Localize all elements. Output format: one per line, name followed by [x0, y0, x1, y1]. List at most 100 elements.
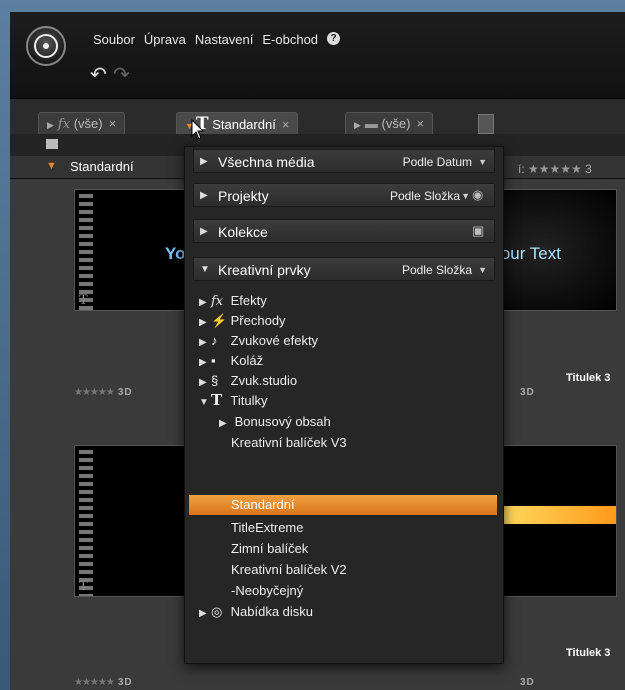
tree-item-winter-pack[interactable]: Zimní balíček [231, 539, 308, 558]
menu-soubor[interactable]: Soubor [93, 32, 135, 47]
tab-label: (vše) [73, 116, 103, 131]
sort-label[interactable]: Podle Složka [390, 184, 460, 208]
badge-3d: 3D [520, 677, 535, 688]
badge-3d: 3D [117, 387, 133, 398]
section-label: Všechna média [218, 154, 315, 170]
title-type-icon: T [79, 579, 88, 594]
stars[interactable]: ★★★★★ [74, 677, 115, 688]
chevron-down-icon[interactable]: ▼ [461, 184, 470, 208]
tab-label: Standardní [212, 117, 276, 132]
sort-label[interactable]: Podle Složka [402, 258, 472, 282]
rating-extra: 3 [585, 162, 592, 176]
expand-icon: ▶ [200, 226, 208, 237]
import-icon[interactable] [46, 139, 58, 149]
stars[interactable]: ★★★★★ [74, 387, 115, 398]
titles-icon: T [211, 391, 223, 409]
filmstrip [79, 190, 93, 310]
expand-icon: ▶ [199, 297, 207, 308]
section-label: Projekty [218, 188, 269, 204]
tree-item-standardni[interactable]: Standardní [189, 495, 497, 515]
lightning-icon: ⚡ [211, 313, 228, 328]
badge-3d: 3D [520, 387, 535, 398]
section-projects[interactable]: ▶ Projekty Podle Složka ▼ ◉ [193, 183, 495, 207]
expand-icon: ▶ [199, 357, 207, 368]
title-type-icon: T [79, 293, 88, 308]
section-label: Kreativní prvky [218, 262, 311, 278]
rating-filter[interactable]: í: ★★★★★ 3 [518, 162, 592, 176]
section-all-media[interactable]: ▶ Všechna média Podle Datum ▼ [193, 149, 495, 173]
stars[interactable]: ★★★★★ [528, 162, 582, 176]
menu-eobchod[interactable]: E-obchod [262, 32, 318, 47]
tab-effects[interactable]: ▶ fx (vše) × [38, 112, 126, 134]
rating-row: ★★★★★ 3D [74, 387, 133, 398]
pinnacle-logo-icon[interactable] [26, 26, 66, 66]
menu-uprava[interactable]: Úprava [144, 32, 186, 47]
menu-nastaveni[interactable]: Nastavení [195, 32, 254, 47]
music-note-icon: ♪ [211, 333, 218, 348]
expand-icon: ▶ [200, 190, 208, 201]
item-label: Přechody [230, 313, 286, 328]
expand-icon: ▶ [199, 337, 207, 348]
collection-icon[interactable]: ▣ [472, 224, 488, 238]
tree-item-scorefitter[interactable]: ▶ § Zvuk.studio [199, 371, 297, 390]
tree-item-titles[interactable]: ▼ T Titulky [199, 391, 267, 410]
tree-item-neobycejny[interactable]: -Neobyčejný [231, 581, 303, 600]
tree-item-titleextreme[interactable]: TitleExtreme [231, 518, 303, 537]
rating-row: ★★★★★ 3D [74, 677, 133, 688]
collapse-icon: ▼ [199, 397, 209, 408]
tab-video[interactable]: ▶ ▬ (vše) × [345, 112, 434, 134]
tab-row: ▶ fx (vše) × ▼ T Standardní × ▶ ▬ (vše) × [10, 110, 625, 134]
film-reel-icon[interactable]: ◉ [472, 188, 488, 202]
redo-icon[interactable]: ↷ [113, 62, 130, 87]
item-label: Bonusový obsah [234, 414, 331, 429]
tab-arrow-icon: ▶ [354, 120, 361, 130]
chevron-down-icon[interactable]: ▼ [478, 258, 487, 282]
expand-icon: ▶ [199, 317, 207, 328]
category-label: Standardní [70, 159, 134, 174]
tree-item-creative-pack-v3[interactable]: Kreativní balíček V3 [231, 433, 347, 452]
tree-item-montage[interactable]: ▶ ▪ Koláž [199, 351, 263, 370]
undo-icon[interactable]: ↶ [90, 62, 107, 87]
close-icon[interactable]: × [282, 117, 290, 132]
chevron-down-icon[interactable]: ▼ [478, 150, 487, 174]
fx-icon: fx [57, 117, 71, 132]
sort-label[interactable]: Podle Datum [403, 150, 472, 174]
tree-item-creative-pack-v2[interactable]: Kreativní balíček V2 [231, 560, 347, 579]
tree-item-transitions[interactable]: ▶ ⚡ Přechody [199, 311, 286, 330]
section-creative-elements[interactable]: ▼ Kreativní prvky Podle Složka ▼ [193, 257, 495, 281]
item-label: Standardní [231, 497, 295, 512]
tree-item-disc-menus[interactable]: ▶ ◎ Nabídka disku [199, 602, 313, 621]
expand-icon[interactable]: ▼ [46, 160, 57, 172]
title-label: Titulek 3 [566, 647, 611, 659]
tree-item-bonus[interactable]: ▶ Bonusový obsah [219, 412, 331, 431]
expand-icon: ▶ [200, 156, 208, 167]
title-banner [489, 506, 616, 524]
expand-icon: ▶ [219, 418, 227, 429]
item-label: Titulky [230, 393, 268, 408]
clef-icon: § [211, 373, 219, 388]
tab-label: (vše) [381, 116, 411, 131]
close-icon[interactable]: × [109, 116, 117, 131]
disc-icon: ◎ [211, 604, 223, 619]
rating-row: 3D [516, 677, 535, 688]
top-bar: Soubor Úprava Nastavení E-obchod ? ↶ ↷ [10, 12, 625, 99]
location-dropdown: ▶ Všechna média Podle Datum ▼ ▶ Projekty… [184, 146, 504, 664]
title-label: Titulek 3 [566, 372, 611, 384]
fx-icon: fx [211, 294, 224, 309]
item-label: Koláž [230, 353, 264, 368]
expand-icon: ▶ [199, 377, 207, 388]
tree-item-effects[interactable]: ▶ fx Efekty [199, 291, 267, 310]
main-menu: Soubor Úprava Nastavení E-obchod ? [93, 32, 349, 47]
section-label: Kolekce [218, 224, 268, 240]
tree-item-sound-effects[interactable]: ▶ ♪ Zvukové efekty [199, 331, 318, 350]
help-icon[interactable]: ? [327, 32, 341, 45]
rating-label: í: [518, 162, 525, 176]
expand-icon: ▶ [199, 608, 207, 619]
item-label: Nabídka disku [230, 604, 314, 619]
section-collections[interactable]: ▶ Kolekce ▣ [193, 219, 495, 243]
item-label: Zvukové efekty [230, 333, 319, 348]
tab-arrow-icon: ▶ [47, 120, 54, 130]
new-tab-icon[interactable] [478, 114, 494, 134]
close-icon[interactable]: × [416, 116, 424, 131]
thumbnail-text: Yo [165, 244, 186, 263]
